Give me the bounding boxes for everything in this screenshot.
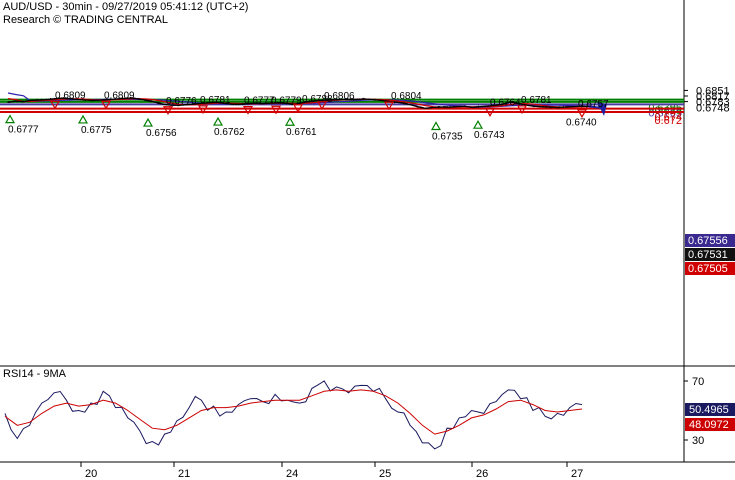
time-tick-label: 26 xyxy=(476,468,488,480)
level-label: 0.672 xyxy=(654,115,682,127)
peak-label: 0.6809 xyxy=(104,90,135,101)
rsi-title: RSI14 - 9MA xyxy=(3,368,67,380)
rsi-tick-label: 30 xyxy=(692,435,704,447)
price-tag-label: 0.67531 xyxy=(688,249,728,261)
rsi-tag-label: 48.0972 xyxy=(689,419,729,431)
trough-marker xyxy=(472,119,484,129)
price-tag-label: 0.67556 xyxy=(688,235,728,247)
time-tick-label: 20 xyxy=(85,468,97,480)
rsi-tick-label: 70 xyxy=(692,376,704,388)
trough-label: 0.6735 xyxy=(432,132,463,143)
trough-marker xyxy=(284,117,296,126)
peak-label: 0.6804 xyxy=(391,91,422,102)
peak-label: 0.6757 xyxy=(578,99,609,110)
peak-label: 0.6764 xyxy=(490,98,521,109)
trough-marker xyxy=(430,121,442,131)
trough-label: 0.6740 xyxy=(566,118,597,129)
peak-label: 0.6806 xyxy=(324,91,355,102)
price-tick-label: 0.6748 xyxy=(696,102,730,114)
peak-label: 0.6781 xyxy=(200,95,231,106)
trough-label: 0.6777 xyxy=(8,125,39,136)
trough-marker xyxy=(212,116,224,126)
rsi-line xyxy=(4,380,583,450)
price-tag-label: 0.67505 xyxy=(688,263,728,275)
time-tick-label: 25 xyxy=(379,468,391,480)
trough-marker xyxy=(77,114,89,124)
trough-label: 0.6756 xyxy=(146,128,177,139)
trough-label: 0.6761 xyxy=(286,127,317,138)
peak-marker xyxy=(576,109,588,119)
time-tick-label: 24 xyxy=(286,468,298,480)
trough-label: 0.6762 xyxy=(214,127,245,138)
trough-label: 0.6775 xyxy=(81,125,112,136)
time-tick-label: 27 xyxy=(571,468,583,480)
peak-label: 0.6781 xyxy=(521,95,552,106)
trough-marker xyxy=(142,117,154,127)
peak-label: 0.6776 xyxy=(166,96,197,107)
price-chart: 0.68510.68170.67830.67480.67950.6780.676… xyxy=(0,0,735,480)
rsi-ma-line xyxy=(4,389,583,435)
rsi-tag-label: 50.4965 xyxy=(689,404,729,416)
trough-marker xyxy=(4,114,16,124)
trough-label: 0.6743 xyxy=(474,130,505,141)
peak-label: 0.6809 xyxy=(55,90,86,101)
time-tick-label: 21 xyxy=(178,468,190,480)
